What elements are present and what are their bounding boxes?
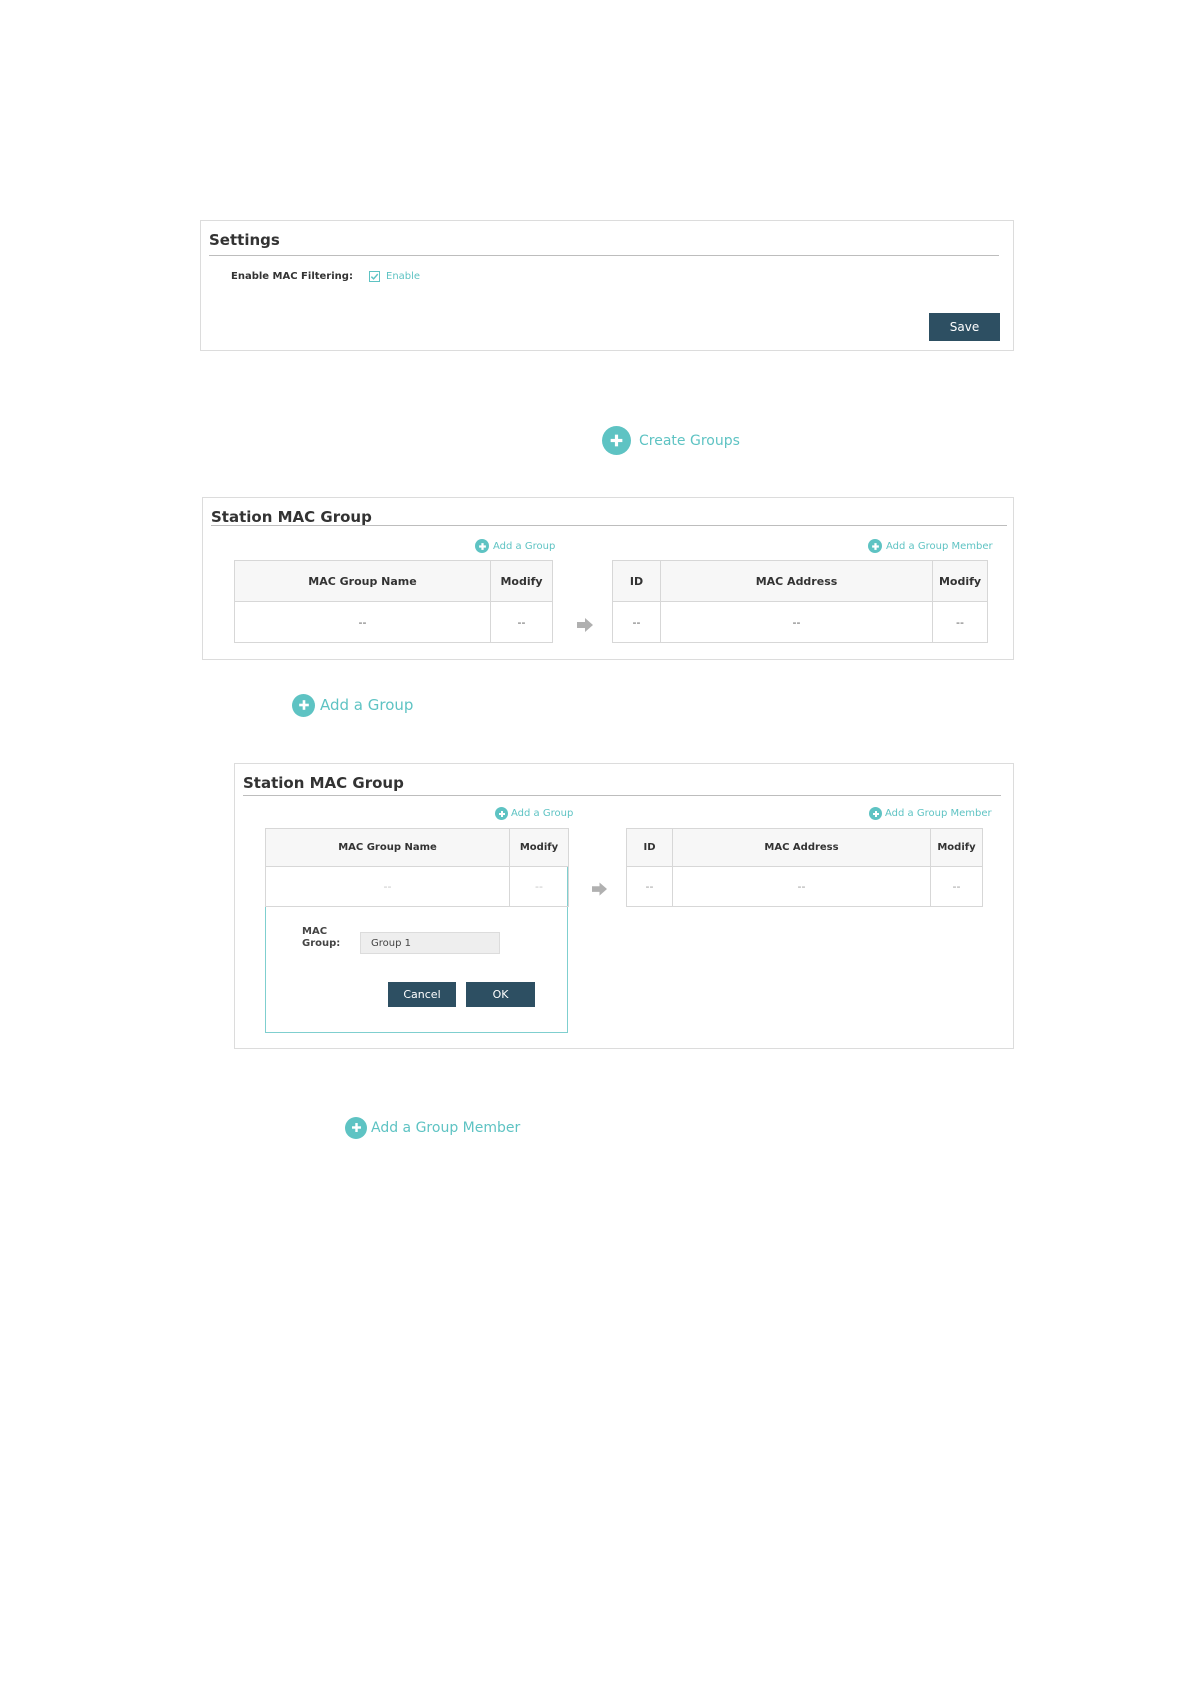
divider <box>211 525 1007 526</box>
mac-group-label-line: Group: <box>302 938 341 949</box>
plus-circle-icon <box>345 1116 367 1139</box>
col-header-modify: Modify <box>932 560 988 602</box>
create-groups-label: Create Groups <box>639 432 740 449</box>
table-cell: -- <box>660 601 933 643</box>
table-cell: -- <box>265 866 510 907</box>
add-group-member-label: Add a Group Member <box>885 808 992 819</box>
save-button[interactable]: Save <box>929 313 1000 341</box>
enable-label: Enable <box>386 271 421 282</box>
mac-group-label-line: MAC <box>302 926 328 937</box>
table-cell: -- <box>932 601 988 643</box>
panel-title: Station MAC Group <box>243 774 404 792</box>
table-cell: -- <box>612 601 661 643</box>
mac-group-input-value: Group 1 <box>371 937 411 949</box>
arrow-right-icon <box>592 881 607 900</box>
member-table: ID MAC Address Modify -- -- -- <box>626 828 983 907</box>
settings-title: Settings <box>209 231 280 249</box>
plus-circle-icon <box>602 426 631 455</box>
table-row: -- -- <box>265 866 569 907</box>
station-mac-group-panel: Station MAC Group Add a Group Add a Grou… <box>202 497 1014 660</box>
plus-circle-icon <box>292 693 315 717</box>
checkmark-icon[interactable] <box>369 271 380 282</box>
col-header-modify: Modify <box>509 828 569 867</box>
add-group-member-callout[interactable]: Add a Group Member <box>345 1116 520 1139</box>
panel-title: Station MAC Group <box>211 508 372 526</box>
add-group-callout[interactable]: Add a Group <box>292 693 413 717</box>
plus-circle-icon <box>495 807 508 820</box>
group-table: MAC Group Name Modify -- -- <box>234 560 553 643</box>
mac-group-form: MAC Group: Group 1 Cancel OK <box>266 906 567 1032</box>
arrow-right-icon <box>577 617 593 636</box>
mac-group-label: MAC Group: <box>302 926 340 950</box>
enable-checkbox[interactable]: Enable <box>369 271 420 282</box>
settings-panel: Settings Enable MAC Filtering: Enable Sa… <box>200 220 1014 351</box>
col-header-id: ID <box>626 828 673 867</box>
add-group-member-link[interactable]: Add a Group Member <box>869 807 992 820</box>
plus-circle-icon <box>475 539 489 553</box>
col-header-modify: Modify <box>930 828 983 867</box>
add-group-member-link[interactable]: Add a Group Member <box>868 539 993 553</box>
plus-circle-icon <box>868 539 882 553</box>
table-cell: -- <box>490 601 553 643</box>
mac-group-input[interactable]: Group 1 <box>360 932 500 954</box>
divider <box>243 795 1001 796</box>
table-cell: -- <box>626 866 673 907</box>
station-mac-group-panel-editing: Station MAC Group Add a Group Add a Grou… <box>234 763 1014 1049</box>
col-header-mac-group-name: MAC Group Name <box>234 560 491 602</box>
add-group-label: Add a Group <box>511 808 574 819</box>
add-group-member-callout-label: Add a Group Member <box>371 1119 521 1136</box>
table-cell: -- <box>234 601 491 643</box>
col-header-id: ID <box>612 560 661 602</box>
table-cell: -- <box>509 866 569 907</box>
group-table: MAC Group Name Modify -- -- <box>265 828 569 907</box>
table-row: -- -- -- <box>612 601 988 643</box>
add-group-callout-label: Add a Group <box>320 696 414 714</box>
add-group-label: Add a Group <box>493 540 556 552</box>
add-group-member-label: Add a Group Member <box>886 540 993 552</box>
divider <box>209 255 999 256</box>
col-header-mac-address: MAC Address <box>672 828 931 867</box>
ok-button[interactable]: OK <box>466 982 535 1007</box>
create-groups-link[interactable]: Create Groups <box>602 426 740 455</box>
table-cell: -- <box>672 866 931 907</box>
col-header-modify: Modify <box>490 560 553 602</box>
table-row: -- -- <box>234 601 553 643</box>
col-header-mac-address: MAC Address <box>660 560 933 602</box>
member-table: ID MAC Address Modify -- -- -- <box>612 560 988 643</box>
add-group-link[interactable]: Add a Group <box>475 539 555 553</box>
add-group-link[interactable]: Add a Group <box>495 807 573 820</box>
col-header-mac-group-name: MAC Group Name <box>265 828 510 867</box>
table-cell: -- <box>930 866 983 907</box>
mac-filter-label: Enable MAC Filtering: <box>231 271 353 282</box>
table-row: -- -- -- <box>626 866 983 907</box>
cancel-button[interactable]: Cancel <box>388 982 456 1007</box>
plus-circle-icon <box>869 807 882 820</box>
